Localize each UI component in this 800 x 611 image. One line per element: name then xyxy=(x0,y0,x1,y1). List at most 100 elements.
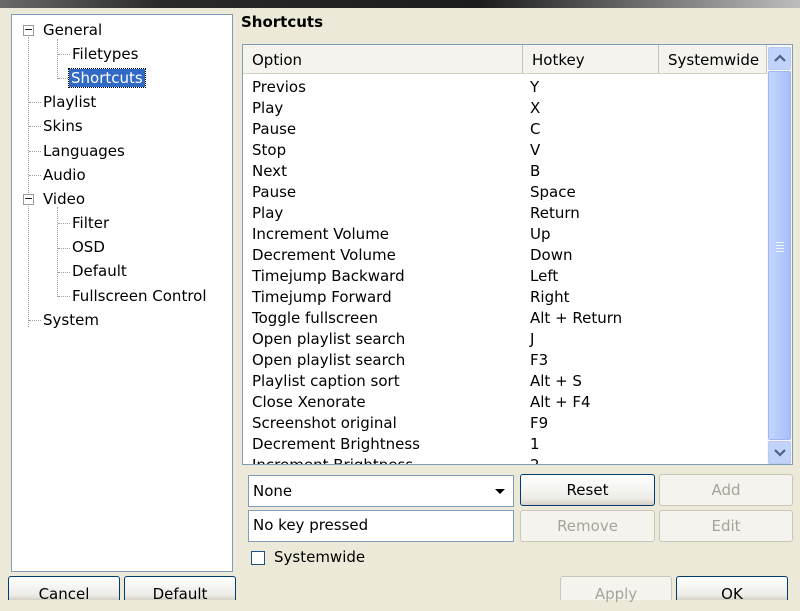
tree-item-fullscreen-control[interactable]: Fullscreen Control xyxy=(72,286,207,307)
tree-line xyxy=(29,175,41,176)
table-row[interactable]: Close Xenorate Alt + F4 xyxy=(252,392,762,413)
hotkey-cell: X xyxy=(530,99,541,117)
table-row[interactable]: Play Return xyxy=(252,203,762,224)
tree-item-label: Playlist xyxy=(43,93,97,111)
table-row[interactable]: Next B xyxy=(252,161,762,182)
hotkey-cell: 2 xyxy=(530,456,540,465)
add-button[interactable]: Add xyxy=(659,474,793,506)
tree-item-audio[interactable]: Audio xyxy=(43,165,86,186)
tree-item-label: Shortcuts xyxy=(68,68,146,88)
settings-tree[interactable]: − General Filetypes Shortcuts Playlist S… xyxy=(11,14,233,572)
option-cell: Toggle fullscreen xyxy=(252,309,378,327)
thumb-grip xyxy=(776,248,784,249)
option-cell: Previos xyxy=(252,78,306,96)
hotkey-cell: Alt + Return xyxy=(530,309,623,327)
tree-item-label: Languages xyxy=(43,142,125,160)
ok-button[interactable]: OK xyxy=(676,576,788,603)
table-row[interactable]: Screenshot original F9 xyxy=(252,413,762,434)
tree-item-osd[interactable]: OSD xyxy=(72,237,105,258)
table-row[interactable]: Open playlist search J xyxy=(252,329,762,350)
tree-item-label: OSD xyxy=(72,238,105,256)
option-cell: Play xyxy=(252,204,284,222)
dropdown-arrow-button[interactable] xyxy=(489,479,511,503)
tree-line xyxy=(58,248,70,249)
table-row[interactable]: Increment Brightness 2 xyxy=(252,455,762,465)
table-row[interactable]: Playlist caption sort Alt + S xyxy=(252,371,762,392)
table-row[interactable]: Pause Space xyxy=(252,182,762,203)
option-cell: Screenshot original xyxy=(252,414,397,432)
hotkey-cell: V xyxy=(530,141,541,159)
vertical-scrollbar[interactable] xyxy=(767,45,792,464)
chevron-down-icon xyxy=(774,449,786,457)
default-button[interactable]: Default xyxy=(124,576,236,603)
tree-item-default[interactable]: Default xyxy=(72,261,127,282)
tree-line xyxy=(29,151,41,152)
tree-item-filter[interactable]: Filter xyxy=(72,213,109,234)
tree-line xyxy=(58,296,70,297)
tree-item-general[interactable]: General xyxy=(43,20,102,41)
chevron-up-icon xyxy=(774,54,786,62)
option-cell: Timejump Forward xyxy=(252,288,392,306)
hotkey-capture-value: No key pressed xyxy=(253,516,369,534)
page-title: Shortcuts xyxy=(241,13,324,31)
thumb-grip xyxy=(776,251,784,252)
option-cell: Decrement Volume xyxy=(252,246,396,264)
reset-button[interactable]: Reset xyxy=(520,474,655,506)
tree-item-label: Audio xyxy=(43,166,86,184)
list-header: Option Hotkey Systemwide xyxy=(243,45,767,74)
option-cell: Next xyxy=(252,162,287,180)
option-cell: Pause xyxy=(252,183,297,201)
tree-item-label: Fullscreen Control xyxy=(72,287,207,305)
tree-item-shortcuts[interactable]: Shortcuts xyxy=(68,68,146,89)
remove-button[interactable]: Remove xyxy=(520,510,655,542)
table-row[interactable]: Timejump Backward Left xyxy=(252,266,762,287)
shortcuts-list[interactable]: Option Hotkey Systemwide Previos Y Play X … xyxy=(242,44,793,465)
hotkey-cell: Y xyxy=(530,78,540,96)
cancel-button[interactable]: Cancel xyxy=(8,576,120,603)
hotkey-capture-field[interactable]: No key pressed xyxy=(248,510,514,542)
tree-item-languages[interactable]: Languages xyxy=(43,141,125,162)
hotkey-cell: Right xyxy=(530,288,570,306)
table-row[interactable]: Toggle fullscreen Alt + Return xyxy=(252,308,762,329)
column-header-hotkey[interactable]: Hotkey xyxy=(523,45,659,73)
tree-item-label: Skins xyxy=(43,117,83,135)
systemwide-checkbox[interactable] xyxy=(251,551,265,565)
table-row[interactable]: Pause C xyxy=(252,119,762,140)
table-row[interactable]: Decrement Volume Down xyxy=(252,245,762,266)
tree-item-label: Filter xyxy=(72,214,110,232)
scroll-down-button[interactable] xyxy=(768,441,791,464)
hotkey-cell: F9 xyxy=(530,414,549,432)
option-cell: Open playlist search xyxy=(252,330,406,348)
table-row[interactable]: Previos Y xyxy=(252,77,762,98)
table-row[interactable]: Increment Volume Up xyxy=(252,224,762,245)
hotkey-cell: Down xyxy=(530,246,573,264)
table-row[interactable]: Timejump Forward Right xyxy=(252,287,762,308)
hotkey-cell: C xyxy=(530,120,541,138)
dropdown-value: None xyxy=(253,482,293,500)
tree-item-filetypes[interactable]: Filetypes xyxy=(72,44,138,65)
tree-item-system[interactable]: System xyxy=(43,310,99,331)
table-row[interactable]: Open playlist search F3 xyxy=(252,350,762,371)
tree-item-playlist[interactable]: Playlist xyxy=(43,92,96,113)
tree-item-label: System xyxy=(43,311,99,329)
column-header-option[interactable]: Option xyxy=(243,45,523,73)
scroll-up-button[interactable] xyxy=(768,47,791,70)
table-row[interactable]: Play X xyxy=(252,98,762,119)
column-header-systemwide[interactable]: Systemwide xyxy=(659,45,767,73)
tree-line xyxy=(29,320,41,321)
collapse-icon[interactable]: − xyxy=(23,24,34,36)
apply-button[interactable]: Apply xyxy=(560,576,672,603)
tree-item-label: Filetypes xyxy=(72,45,139,63)
tree-line xyxy=(58,223,70,224)
table-row[interactable]: Decrement Brightness 1 xyxy=(252,434,762,455)
scrollbar-thumb[interactable] xyxy=(768,71,791,440)
tree-item-skins[interactable]: Skins xyxy=(43,116,83,137)
tree-item-label: Video xyxy=(43,190,86,208)
tree-item-video[interactable]: Video xyxy=(43,189,85,210)
key-modifier-dropdown[interactable]: None xyxy=(248,475,514,507)
option-cell: Increment Volume xyxy=(252,225,390,243)
collapse-icon[interactable]: − xyxy=(23,193,34,205)
edit-button[interactable]: Edit xyxy=(659,510,793,542)
hotkey-cell: Alt + S xyxy=(530,372,582,390)
table-row[interactable]: Stop V xyxy=(252,140,762,161)
